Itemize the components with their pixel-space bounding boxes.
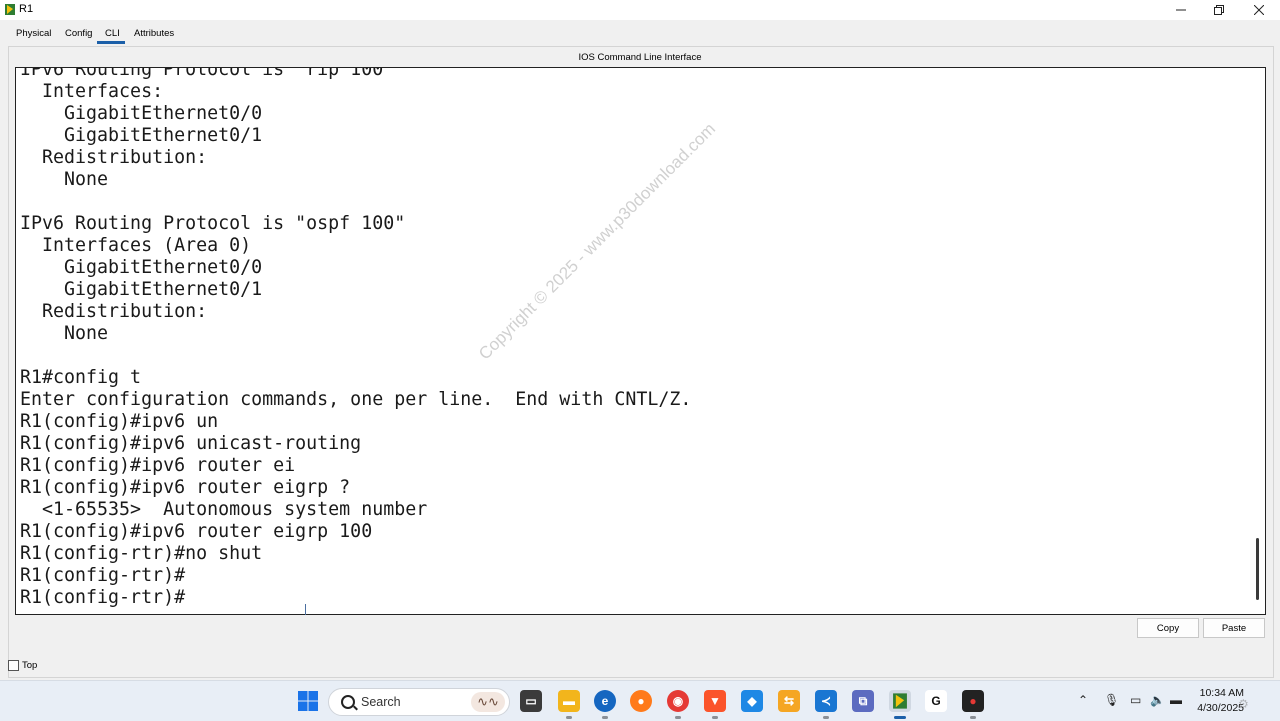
terminal-line: GigabitEthernet0/1 [20,125,263,146]
minimize-button[interactable] [1162,0,1200,20]
terminal-line: R1(config)#ipv6 unicast-routing [20,433,362,454]
paste-button[interactable]: Paste [1203,618,1265,638]
network-tool-icon[interactable]: ⧉ [852,690,874,712]
terminal-line: R1(config-rtr)#no shut [20,543,263,564]
text-cursor [305,604,306,615]
tab-physical[interactable]: Physical [16,28,51,39]
terminal-line: GigabitEthernet0/1 [20,279,263,300]
brave-running-indicator [712,716,718,719]
clock-time[interactable]: 10:34 AM [1192,687,1244,699]
title-bar: R1 [0,0,1280,20]
restore-icon [1214,5,1224,15]
terminal-scrollbar[interactable] [1251,68,1265,614]
terminal-line: <1-65535> Autonomous system number [20,499,428,520]
close-button[interactable] [1240,0,1278,20]
packet-tracer-active-indicator [894,716,906,719]
terminal-line: GigabitEthernet0/0 [20,257,263,278]
tab-cli[interactable]: CLI [105,28,120,39]
microphone-icon[interactable]: 🎙 [1104,693,1119,707]
terminal-line: Redistribution: [20,301,208,322]
start-button[interactable] [297,690,319,712]
top-checkbox[interactable] [8,660,19,671]
windows-logo-icon [298,691,318,711]
recorder-icon[interactable]: ● [962,690,984,712]
terminal-line: R1(config)#ipv6 router eigrp ? [20,477,351,498]
active-tab-indicator [97,41,125,44]
battery-icon[interactable]: ▬ [1170,693,1182,707]
taskbar: Search ∿∿ ▭ ▬ e ● ◉ ▼ ◆ ⇆ ≺ ⧉ G ● ⌃ 🎙 ▭ … [0,680,1280,721]
terminal-line: R1(config)#ipv6 un [20,411,219,432]
terminal-line: R1(config)#ipv6 router eigrp 100 [20,521,373,542]
settings-icon[interactable]: ⚙ [1238,697,1249,711]
terminal-output: IPv6 Routing Protocol is "rip 100" Inter… [20,67,692,609]
search-icon [341,695,355,709]
chrome-running-indicator [675,716,681,719]
cli-heading: IOS Command Line Interface [578,52,702,63]
chevron-up-icon[interactable]: ⌃ [1078,693,1088,707]
vscode-icon[interactable]: ≺ [815,690,837,712]
terminal-line: R1(config)#ipv6 router ei [20,455,296,476]
tab-bar: Physical Config CLI Attributes [0,20,1280,46]
network-icon[interactable]: ▭ [1130,693,1141,707]
app-icon[interactable]: ⇆ [778,690,800,712]
search-placeholder: Search [361,695,401,709]
terminal-line: Interfaces: [20,81,164,102]
copy-button[interactable]: Copy [1137,618,1199,638]
cli-terminal[interactable]: IPv6 Routing Protocol is "rip 100" Inter… [15,67,1266,615]
edge-icon[interactable]: e [594,690,616,712]
tab-config[interactable]: Config [65,28,92,39]
packet-tracer-app-icon [5,4,15,15]
store-icon[interactable]: ◆ [741,690,763,712]
brave-icon[interactable]: ▼ [704,690,726,712]
grammarly-icon[interactable]: G [925,690,947,712]
terminal-line: None [20,169,109,190]
terminal-line: Interfaces (Area 0) [20,235,252,256]
chrome-icon[interactable]: ◉ [667,690,689,712]
window-title: R1 [19,3,34,15]
terminal-line: None [20,323,109,344]
volume-icon[interactable]: 🔈 [1150,693,1165,707]
terminal-line: R1(config-rtr)# [20,565,186,586]
terminal-line: R1(config-rtr)# [20,587,186,608]
terminal-line: Redistribution: [20,147,208,168]
terminal-line: IPv6 Routing Protocol is "rip 100" [20,67,395,80]
edge-running-indicator [602,716,608,719]
file-explorer-running-indicator [566,716,572,719]
search-highlight-icon: ∿∿ [471,692,505,712]
terminal-line: Enter configuration commands, one per li… [20,389,692,410]
tab-attributes[interactable]: Attributes [134,28,174,39]
taskbar-search[interactable]: Search ∿∿ [328,688,510,716]
terminal-line: R1#config t [20,367,142,388]
packet-tracer-taskbar-icon[interactable] [889,690,911,712]
file-explorer-icon[interactable]: ▬ [558,690,580,712]
terminal-line: GigabitEthernet0/0 [20,103,263,124]
packet-tracer-icon [893,693,907,709]
close-icon [1254,5,1264,15]
recorder-running-indicator [970,716,976,719]
vscode-running-indicator [823,716,829,719]
scrollbar-thumb[interactable] [1256,538,1259,600]
firefox-icon[interactable]: ● [630,690,652,712]
clock-date[interactable]: 4/30/2025 [1192,702,1244,714]
minimize-icon [1176,9,1186,11]
terminal-line: IPv6 Routing Protocol is "ospf 100" [20,213,406,234]
maximize-button[interactable] [1200,0,1238,20]
top-checkbox-label: Top [22,660,38,671]
task-view-icon[interactable]: ▭ [520,690,542,712]
